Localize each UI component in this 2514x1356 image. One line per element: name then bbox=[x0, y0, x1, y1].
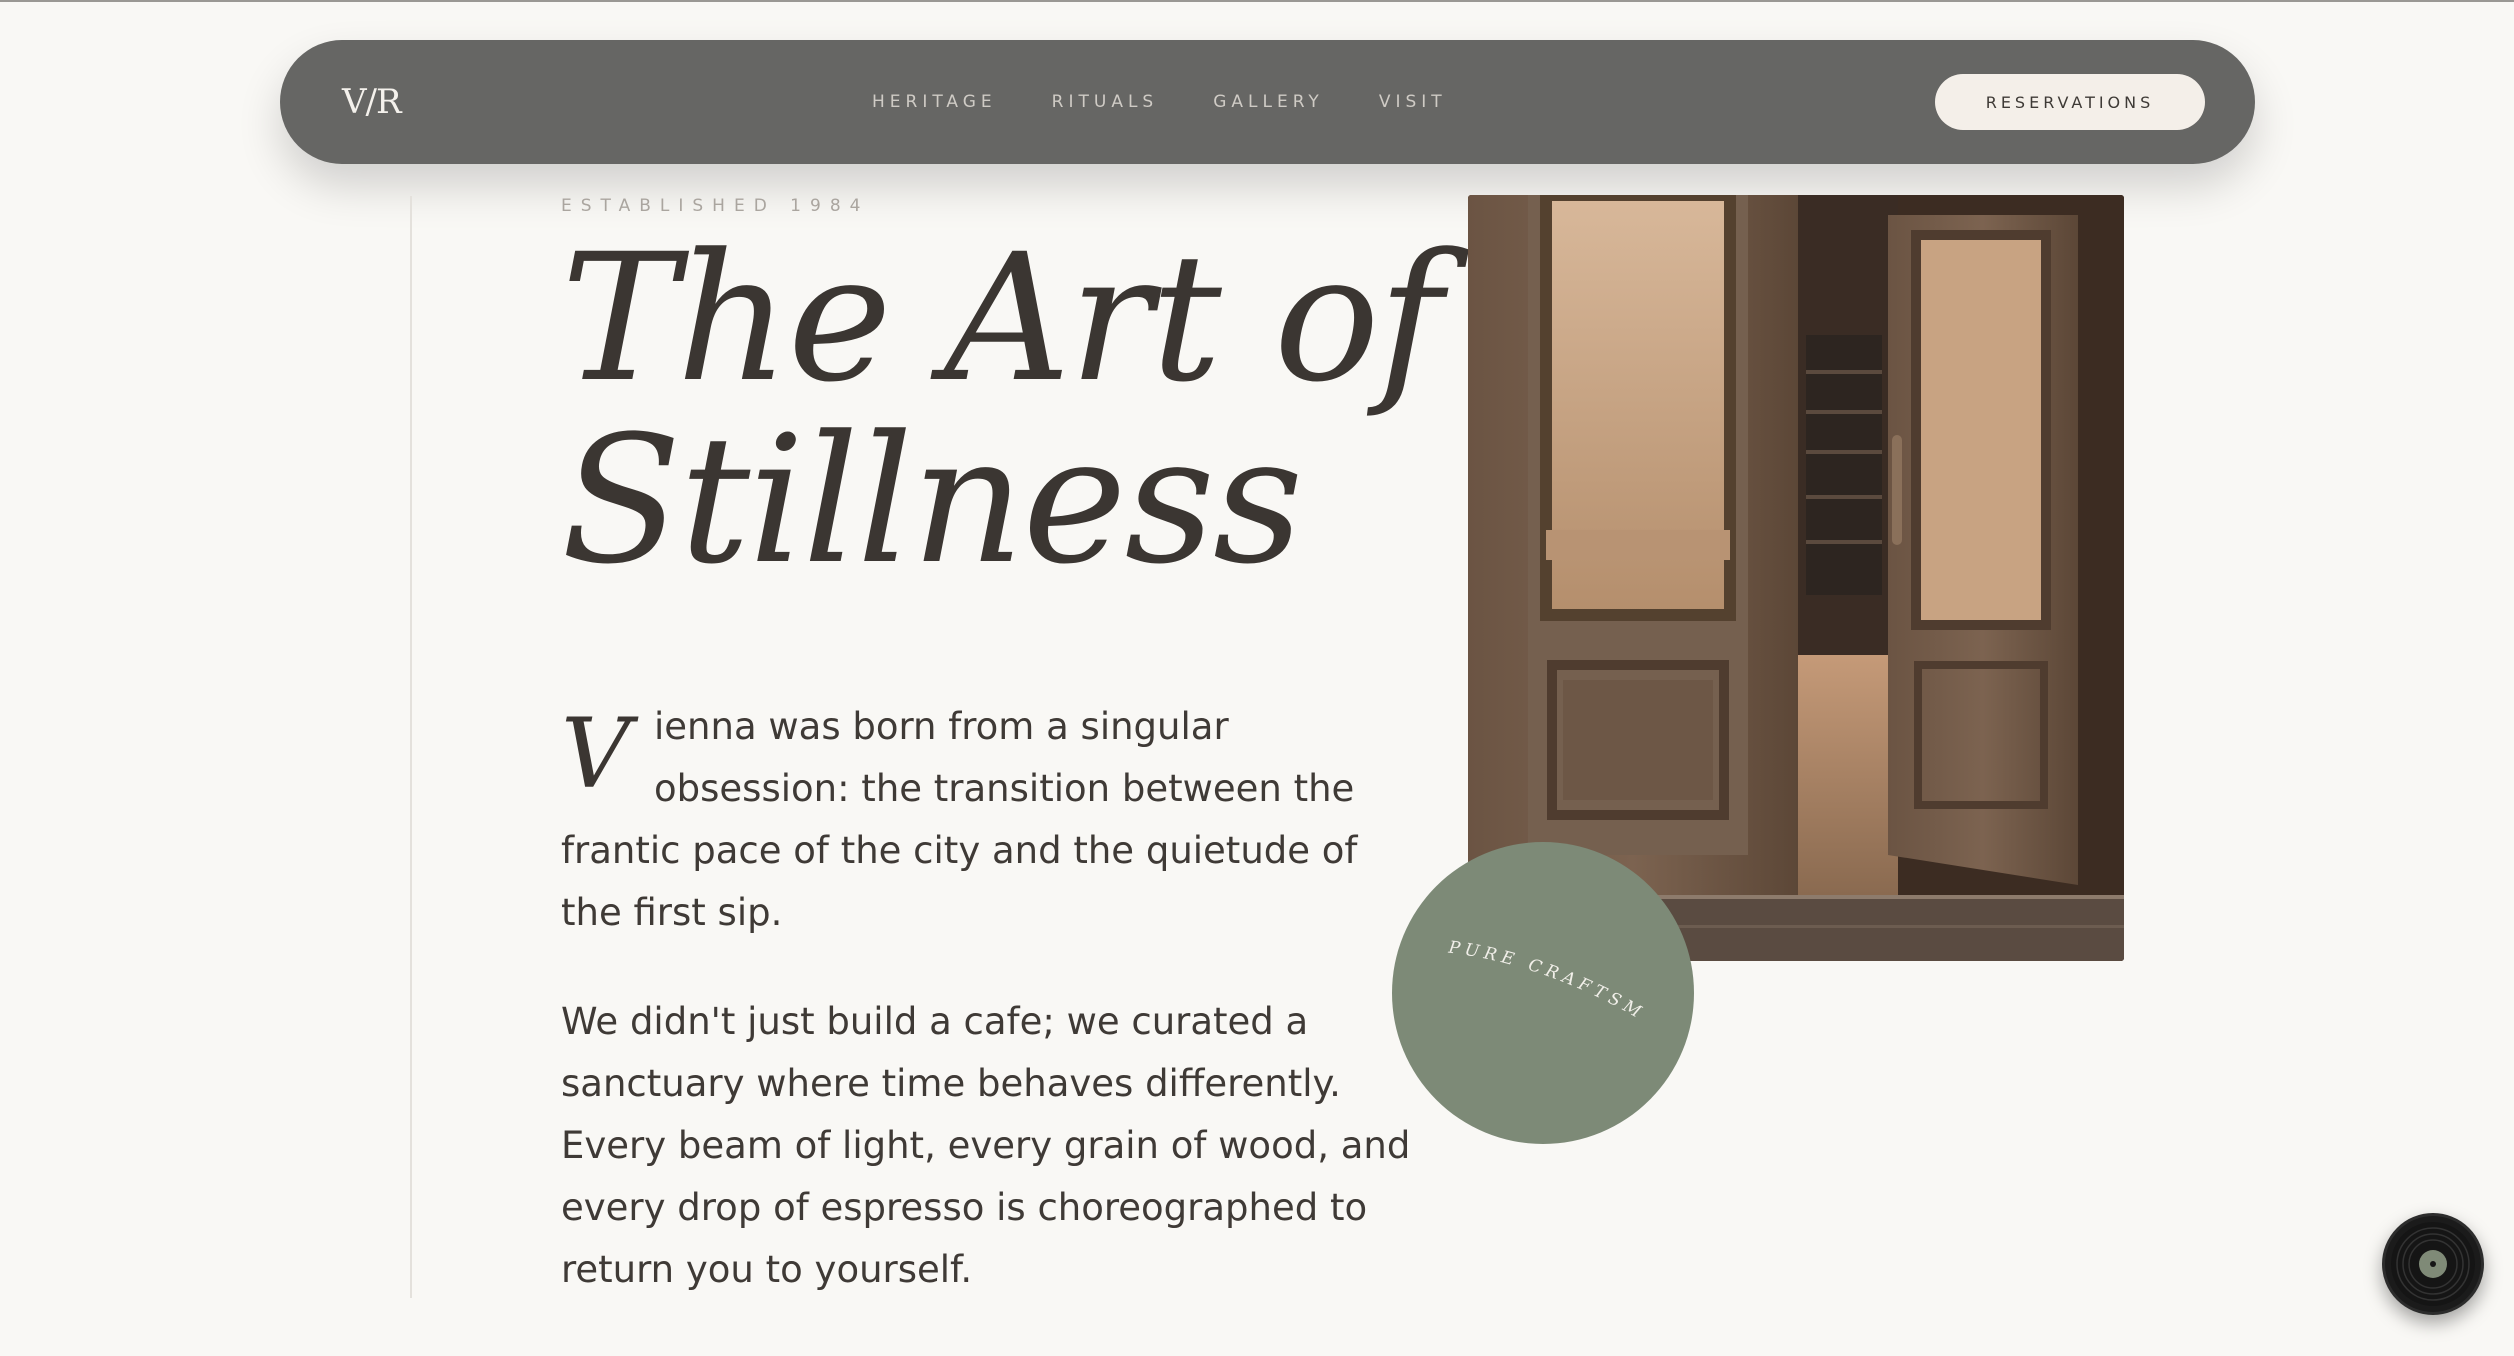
intro-line: the first sip. bbox=[561, 891, 783, 934]
vertical-divider bbox=[410, 196, 412, 1298]
body-paragraph: We didn't just build a cafe; we curated … bbox=[561, 991, 1411, 1301]
nav-link-heritage[interactable]: HERITAGE bbox=[872, 92, 997, 112]
site-logo[interactable]: V/R bbox=[342, 77, 402, 127]
badge-text: PURE CRAFTSMANSHIP bbox=[1392, 842, 1644, 1025]
drop-cap: V bbox=[561, 698, 631, 810]
intro-line: frantic pace of the city and the quietud… bbox=[561, 829, 1358, 872]
body-line: We didn't just build a cafe; we curated … bbox=[561, 1000, 1309, 1043]
body-line: sanctuary where time behaves differently… bbox=[561, 1062, 1341, 1105]
nav-link-rituals[interactable]: RITUALS bbox=[1052, 92, 1159, 112]
top-navigation-bar: V/R HERITAGE RITUALS GALLERY VISIT RESER… bbox=[280, 40, 2255, 164]
intro-line: obsession: the transition between the bbox=[654, 767, 1355, 810]
nav-link-gallery[interactable]: GALLERY bbox=[1213, 92, 1324, 112]
established-eyebrow: ESTABLISHED 1984 bbox=[561, 196, 870, 216]
nav-link-visit[interactable]: VISIT bbox=[1379, 92, 1447, 112]
vinyl-record-icon[interactable] bbox=[2382, 1213, 2484, 1315]
craftsmanship-badge: PURE CRAFTSMANSHIP bbox=[1392, 842, 1694, 1144]
nav-links: HERITAGE RITUALS GALLERY VISIT bbox=[872, 40, 1502, 164]
intro-line: ienna was born from a singular bbox=[654, 705, 1229, 748]
page: V/R HERITAGE RITUALS GALLERY VISIT RESER… bbox=[0, 0, 2514, 1356]
body-line: return you to yourself. bbox=[561, 1248, 973, 1291]
reservations-button[interactable]: RESERVATIONS bbox=[1935, 74, 2205, 130]
intro-paragraph: V ienna was born from a singular obsessi… bbox=[561, 696, 1358, 944]
svg-text:PURE CRAFTSMANSHIP: PURE CRAFTSMANSHIP bbox=[1392, 842, 1649, 1025]
hero-title-line: Stillness bbox=[561, 398, 1303, 603]
hero-title-line: The Art of bbox=[561, 216, 1443, 421]
top-divider bbox=[0, 0, 2514, 2]
body-line: every drop of espresso is choreographed … bbox=[561, 1186, 1368, 1229]
body-line: Every beam of light, every grain of wood… bbox=[561, 1124, 1411, 1167]
hero-title: The Art of Stillness bbox=[561, 216, 1443, 603]
